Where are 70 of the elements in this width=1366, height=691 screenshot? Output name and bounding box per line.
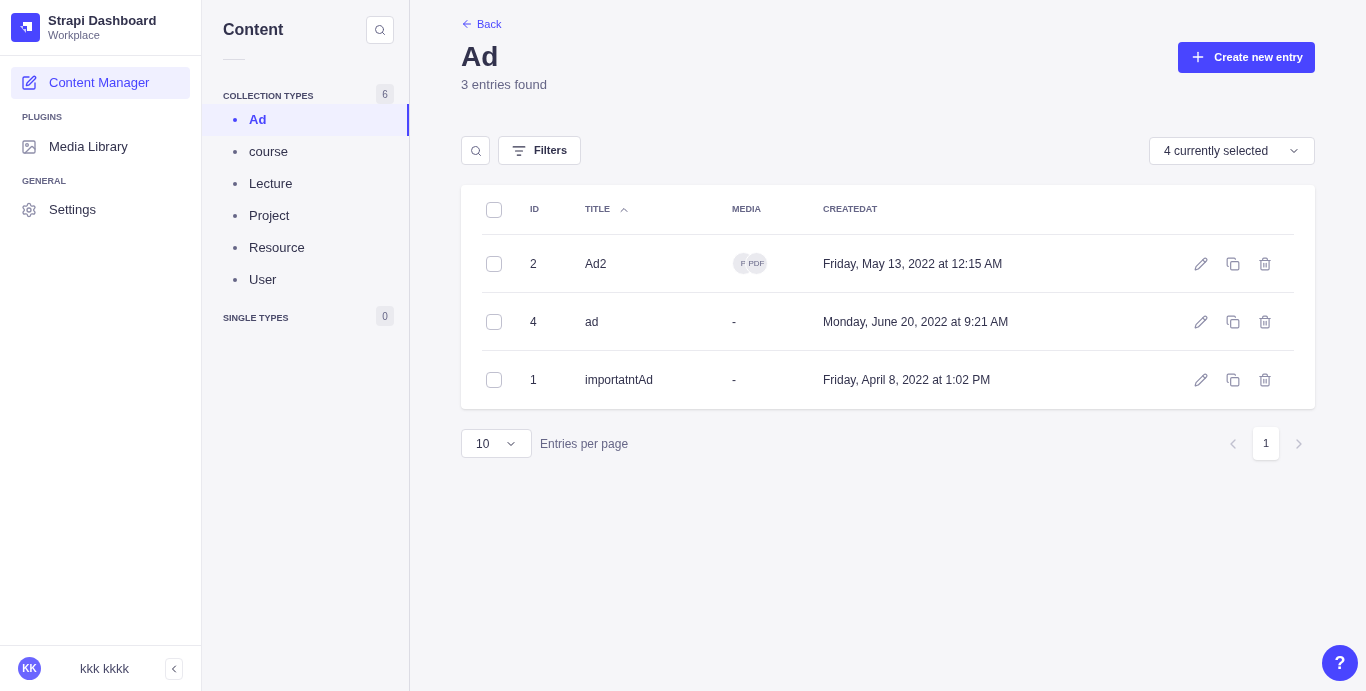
search-button[interactable]: [366, 16, 394, 44]
row-checkbox[interactable]: [486, 372, 502, 388]
collection-item[interactable]: course: [202, 136, 409, 168]
count-badge: 0: [376, 306, 394, 326]
nav-item[interactable]: Settings: [11, 194, 190, 226]
duplicate-icon[interactable]: [1226, 256, 1240, 271]
delete-icon[interactable]: [1258, 314, 1272, 329]
table-cell-text: 4: [530, 313, 538, 331]
page-title: Ad: [461, 39, 500, 74]
collection-item[interactable]: Ad: [202, 104, 409, 136]
count-badge: 6: [376, 84, 394, 104]
duplicate-icon[interactable]: [1226, 373, 1240, 387]
page-size-label: Entries per page: [540, 435, 629, 453]
collapse-button[interactable]: [165, 657, 183, 680]
section-heading: COLLECTION TYPES: [223, 90, 314, 104]
table-cell-text: 2: [530, 255, 538, 273]
filters-button[interactable]: Filters: [498, 136, 581, 165]
column-header[interactable]: CREATEDAT: [823, 202, 878, 217]
image-icon: [21, 138, 37, 155]
table-cell-text: -: [732, 313, 736, 331]
logo-icon: [11, 13, 40, 42]
media-thumbnail: PDF: [745, 252, 768, 275]
page-button[interactable]: 1: [1253, 427, 1279, 460]
collection-item[interactable]: Project: [202, 200, 409, 232]
table-cell-text: Friday, April 8, 2022 at 1:02 PM: [823, 372, 992, 389]
brand-subtitle: Workplace: [48, 28, 101, 43]
user-avatar: KK: [18, 657, 41, 680]
column-header[interactable]: TITLE: [585, 202, 732, 217]
duplicate-icon[interactable]: [1226, 314, 1240, 329]
settings-icon: [21, 202, 37, 218]
select-all-checkbox[interactable]: [486, 201, 502, 218]
row-checkbox[interactable]: [486, 313, 502, 330]
page-size-select[interactable]: 10: [461, 429, 532, 458]
table-cell-text: Ad2: [585, 255, 608, 273]
filter-icon: [512, 143, 526, 158]
edit-icon[interactable]: [1194, 256, 1208, 271]
nav-heading: GENERAL: [21, 174, 67, 188]
user-name: kkk kkkk: [80, 659, 130, 678]
collection-item[interactable]: Resource: [202, 232, 409, 264]
nav-heading: PLUGINS: [21, 111, 63, 124]
search-button[interactable]: [461, 136, 490, 165]
edit-icon[interactable]: [1194, 373, 1208, 387]
search-icon: [374, 24, 386, 36]
panel-title: Content: [223, 20, 284, 40]
row-checkbox[interactable]: [486, 255, 502, 272]
column-header[interactable]: MEDIA: [732, 202, 823, 217]
table-cell-text: importatntAd: [585, 372, 655, 389]
edit-icon[interactable]: [1194, 314, 1208, 329]
brand-title: Strapi Dashboard: [48, 12, 157, 29]
delete-icon[interactable]: [1258, 373, 1272, 387]
collection-item[interactable]: User: [202, 264, 409, 296]
columns-select[interactable]: 4 currently selected: [1149, 136, 1315, 165]
pen-icon: [21, 75, 37, 91]
arrow-left-icon: [461, 18, 473, 31]
table-cell-text: ad: [585, 313, 600, 331]
table-cell-text: Friday, May 13, 2022 at 12:15 AM: [823, 255, 1004, 273]
collection-item[interactable]: Lecture: [202, 168, 409, 200]
section-heading: SINGLE TYPES: [223, 312, 289, 326]
table-cell-text: 1: [530, 372, 538, 389]
search-icon: [469, 144, 482, 157]
create-entry-button[interactable]: Create new entry: [1178, 41, 1315, 73]
column-header[interactable]: ID: [530, 202, 585, 217]
back-link[interactable]: Back: [461, 16, 502, 33]
nav-item[interactable]: Media Library: [11, 130, 190, 163]
table-cell-text: Monday, June 20, 2022 at 9:21 AM: [823, 313, 1010, 331]
table-cell-text: -: [732, 372, 736, 389]
entries-count: 3 entries found: [461, 75, 547, 94]
delete-icon[interactable]: [1258, 256, 1272, 271]
help-button[interactable]: ?: [1322, 645, 1358, 681]
nav-item[interactable]: Content Manager: [11, 67, 190, 99]
